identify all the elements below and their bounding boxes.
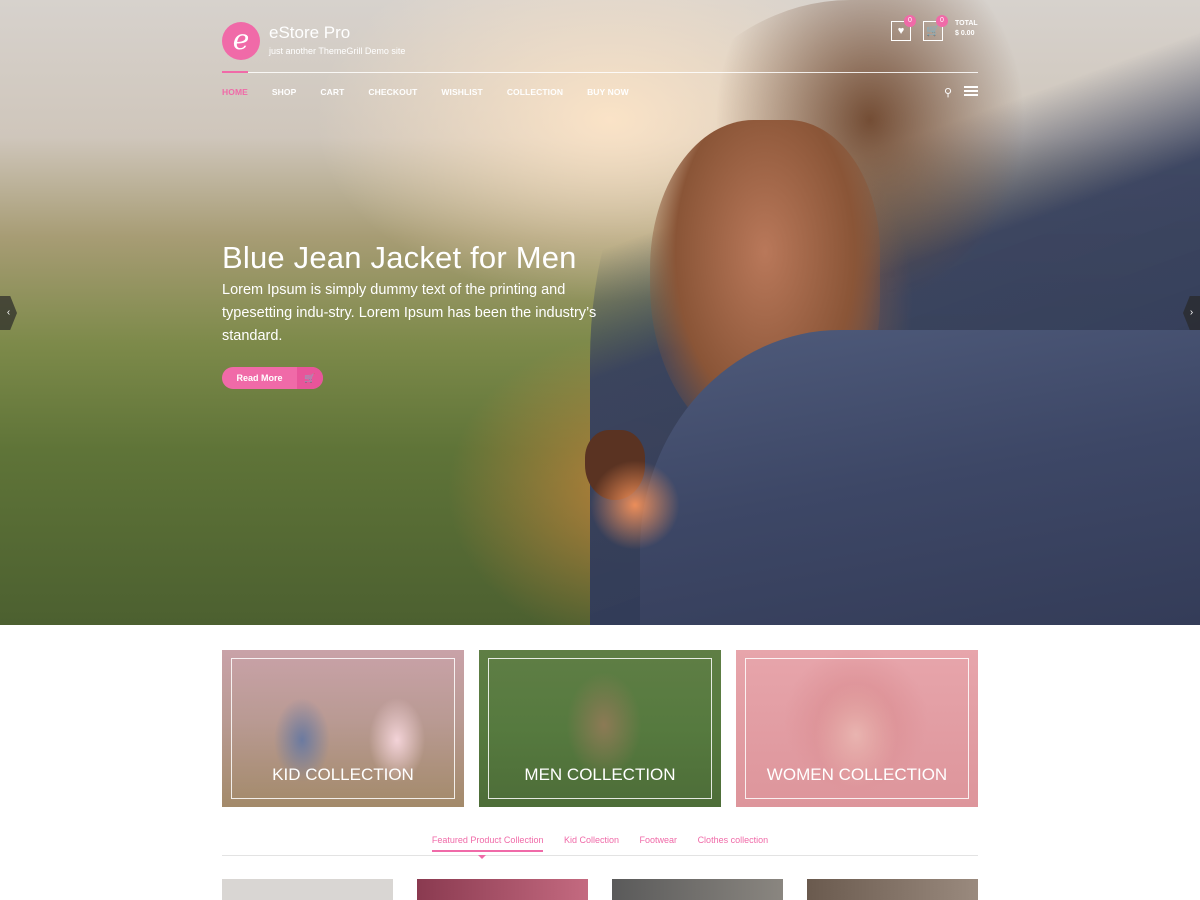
cart-total-label: TOTAL — [955, 20, 978, 27]
product-card-image[interactable] — [807, 879, 978, 900]
main-navigation: HOME SHOP CART CHECKOUT WISHLIST COLLECT… — [222, 87, 653, 97]
search-icon[interactable]: ⚲ — [944, 86, 952, 99]
nav-divider — [222, 72, 978, 73]
kid-collection-label: KID COLLECTION — [272, 765, 414, 784]
read-more-button[interactable]: Read More 🛒 — [222, 367, 323, 389]
cart-icon: 🛒 — [926, 25, 940, 37]
tab-clothes-collection[interactable]: Clothes collection — [698, 835, 769, 845]
tab-footwear[interactable]: Footwear — [640, 835, 678, 845]
nav-item-buy-now[interactable]: BUY NOW — [587, 87, 629, 97]
tab-featured-product-collection[interactable]: Featured Product Collection — [431, 835, 544, 852]
active-tab-caret — [478, 855, 486, 859]
nav-item-shop[interactable]: SHOP — [272, 87, 297, 97]
product-tabs: Featured Product Collection Kid Collecti… — [222, 835, 978, 852]
nav-item-wishlist[interactable]: WISHLIST — [441, 87, 482, 97]
hero-image-glow — [590, 460, 680, 550]
nav-item-cart[interactable]: CART — [320, 87, 344, 97]
cart-total-value: $ 0.00 — [955, 30, 975, 37]
product-card-image[interactable] — [222, 879, 393, 900]
nav-item-home[interactable]: HOME — [222, 87, 248, 97]
site-title[interactable]: eStore Pro — [269, 23, 350, 43]
menu-icon[interactable] — [964, 86, 978, 97]
hero-slider: e eStore Pro just another ThemeGrill Dem… — [0, 0, 1200, 625]
product-card-image[interactable] — [612, 879, 783, 900]
nav-item-checkout[interactable]: CHECKOUT — [368, 87, 417, 97]
wishlist-count-badge: 0 — [904, 15, 916, 27]
nav-active-indicator — [222, 71, 248, 73]
nav-item-collection[interactable]: COLLECTION — [507, 87, 563, 97]
men-collection-banner[interactable]: MEN COLLECTION — [479, 650, 721, 807]
women-collection-banner[interactable]: WOMEN COLLECTION — [736, 650, 978, 807]
cart-count-badge: 0 — [936, 15, 948, 27]
hero-image-jacket — [640, 330, 1200, 625]
site-logo[interactable]: e — [222, 22, 260, 60]
read-more-label: Read More — [236, 373, 283, 383]
product-card-image[interactable] — [417, 879, 588, 900]
site-description: just another ThemeGrill Demo site — [269, 46, 406, 56]
cart-icon: 🛒 — [297, 367, 323, 389]
hero-title: Blue Jean Jacket for Men — [222, 240, 577, 275]
men-collection-label: MEN COLLECTION — [524, 765, 676, 784]
hero-description: Lorem Ipsum is simply dummy text of the … — [222, 282, 597, 344]
kid-collection-banner[interactable]: KID COLLECTION — [222, 650, 464, 807]
women-collection-label: WOMEN COLLECTION — [766, 765, 948, 784]
chevron-left-icon[interactable]: ‹ — [0, 296, 17, 330]
heart-icon: ♥ — [897, 25, 905, 37]
tab-kid-collection[interactable]: Kid Collection — [564, 835, 619, 845]
tabs-divider — [222, 855, 978, 856]
